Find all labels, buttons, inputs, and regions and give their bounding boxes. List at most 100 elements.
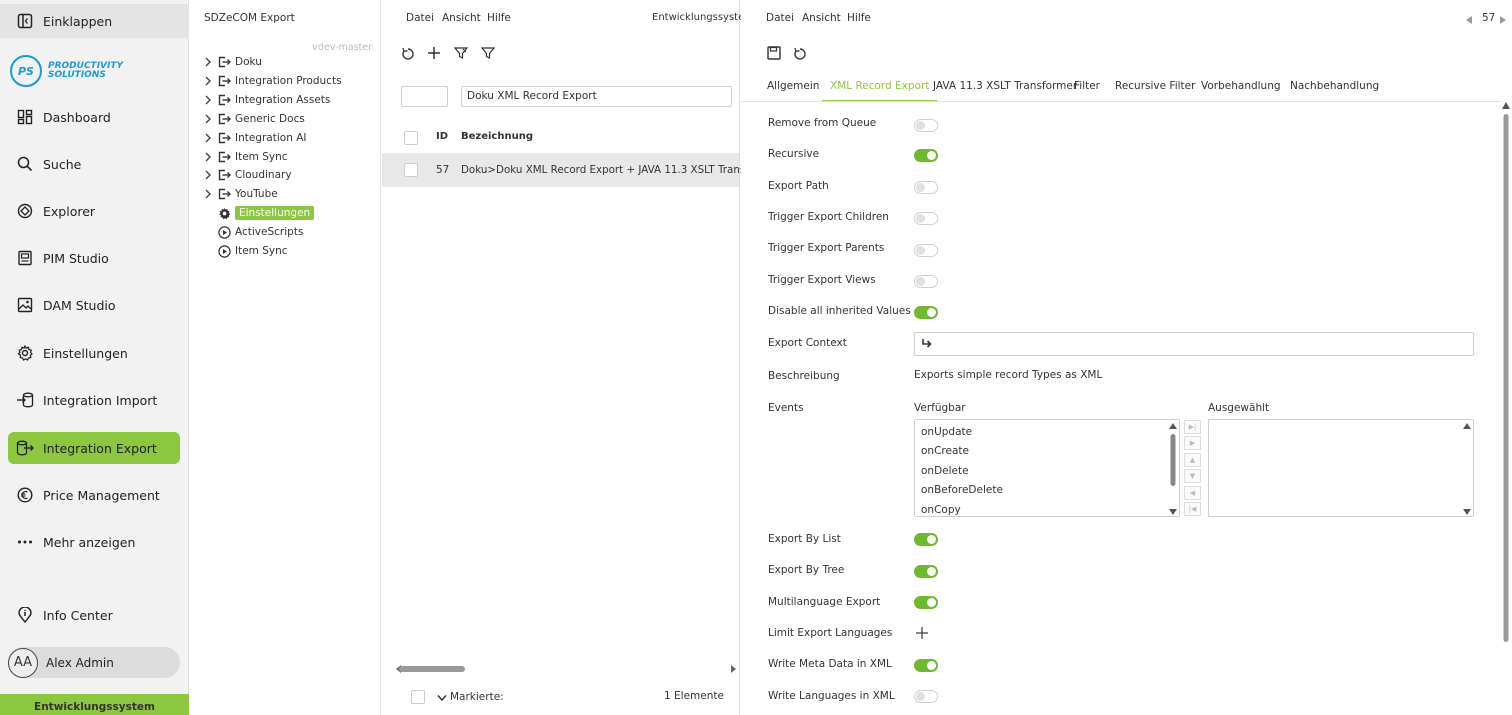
table-row[interactable]: 57 Doku>Doku XML Record Export + JAVA 11… — [382, 153, 780, 187]
list-item[interactable]: onUpdate — [921, 426, 972, 438]
refresh-button[interactable] — [400, 46, 416, 62]
tab-xslt-transformer[interactable]: JAVA 11.3 XSLT Transformer — [933, 80, 1077, 102]
menu-help[interactable]: Hilfe — [487, 12, 511, 24]
nav-dashboard[interactable]: Dashboard — [8, 101, 180, 133]
chevron-right-icon[interactable] — [204, 57, 214, 67]
save-button[interactable] — [766, 45, 782, 61]
column-header-name[interactable]: Bezeichnung — [461, 131, 533, 142]
tree-item[interactable]: YouTube — [204, 185, 278, 203]
logo-line-2: SOLUTIONS — [48, 70, 106, 80]
menu-view[interactable]: Ansicht — [442, 12, 481, 24]
field-label: Export Path — [768, 180, 829, 192]
next-record-button[interactable] — [1499, 12, 1507, 28]
column-header-id[interactable]: ID — [436, 131, 448, 142]
filter-name-input[interactable]: Doku XML Record Export — [461, 86, 732, 107]
tree-item[interactable]: Integration Assets — [204, 91, 330, 109]
reload-button[interactable] — [792, 46, 808, 62]
trigger-export-children-toggle[interactable] — [914, 212, 938, 225]
collapse-label: Einklappen — [43, 13, 113, 29]
add-button[interactable] — [426, 45, 442, 61]
footer-checkbox[interactable] — [411, 690, 425, 704]
chevron-right-icon[interactable] — [204, 152, 214, 162]
export-by-tree-toggle[interactable] — [914, 565, 938, 578]
list-item[interactable]: onCreate — [921, 445, 969, 457]
filter-id-input[interactable] — [401, 86, 448, 107]
nav-pim-studio[interactable]: PIM Studio — [8, 242, 180, 274]
list-item[interactable]: onCopy — [921, 504, 961, 516]
chevron-right-icon[interactable] — [204, 114, 214, 124]
move-all-left-button[interactable]: |◀ — [1184, 502, 1201, 516]
filter-clear-button[interactable] — [453, 45, 469, 61]
horizontal-scrollbar[interactable] — [396, 665, 736, 673]
nav-integration-export[interactable]: Integration Export — [8, 432, 180, 464]
row-checkbox[interactable] — [404, 163, 418, 177]
previous-record-button[interactable] — [1465, 12, 1473, 28]
chevron-right-icon[interactable] — [204, 170, 214, 180]
menu-file[interactable]: Datei — [766, 12, 794, 24]
write-meta-data-toggle[interactable] — [914, 659, 938, 672]
chevron-right-icon[interactable] — [204, 189, 214, 199]
menu-help[interactable]: Hilfe — [847, 12, 871, 24]
chevron-right-icon[interactable] — [204, 95, 214, 105]
tree-item[interactable]: Item Sync — [204, 148, 288, 166]
move-all-right-button[interactable]: ▶| — [1184, 420, 1201, 434]
tab-allgemein[interactable]: Allgemein — [767, 80, 819, 102]
tab-filter[interactable]: Filter — [1074, 80, 1100, 102]
remove-from-queue-toggle[interactable] — [914, 119, 938, 132]
export-context-input[interactable] — [914, 332, 1474, 356]
menu-file[interactable]: Datei — [406, 12, 434, 24]
tree-item[interactable]: Doku — [204, 53, 262, 71]
tree-item[interactable]: Integration AI — [204, 129, 306, 147]
collapse-sidebar-button[interactable]: Einklappen — [0, 4, 189, 38]
tree-item[interactable]: Cloudinary — [204, 166, 292, 184]
nav-settings[interactable]: Einstellungen — [8, 337, 180, 369]
tree-item[interactable]: Generic Docs — [204, 110, 305, 128]
multilanguage-export-toggle[interactable] — [914, 596, 938, 609]
list-item[interactable]: onBeforeDelete — [921, 484, 1003, 496]
trigger-export-views-toggle[interactable] — [914, 275, 938, 288]
export-node-icon — [218, 113, 231, 125]
footer-expand-button[interactable] — [434, 690, 450, 706]
tab-nachbehandlung[interactable]: Nachbehandlung — [1290, 80, 1379, 102]
selected-events-list[interactable] — [1208, 419, 1474, 517]
export-by-list-toggle[interactable] — [914, 533, 938, 546]
nav-more[interactable]: Mehr anzeigen — [8, 526, 180, 558]
list-item[interactable]: onDelete — [921, 465, 969, 477]
export-path-toggle[interactable] — [914, 181, 938, 194]
tree-item[interactable]: ActiveScripts — [204, 223, 303, 241]
description-value: Exports simple record Types as XML — [914, 369, 1103, 381]
add-language-button[interactable] — [914, 625, 930, 641]
tree-item[interactable]: Item Sync — [204, 242, 288, 260]
tree-item[interactable]: Integration Products — [204, 72, 342, 90]
tab-recursive-filter[interactable]: Recursive Filter — [1115, 80, 1195, 102]
euro-icon — [16, 486, 34, 504]
filter-button[interactable] — [480, 45, 496, 61]
nav-dam-studio[interactable]: DAM Studio — [8, 289, 180, 321]
nav-price-management[interactable]: Price Management — [8, 479, 180, 511]
move-left-button[interactable]: ◀ — [1184, 486, 1201, 500]
disable-inherited-toggle[interactable] — [914, 306, 938, 319]
move-right-button[interactable]: ▶ — [1184, 436, 1201, 450]
move-up-button[interactable]: ▲ — [1184, 453, 1201, 467]
recursive-toggle[interactable] — [914, 149, 938, 162]
available-events-list[interactable]: onUpdate onCreate onDelete onBeforeDelet… — [914, 419, 1180, 517]
vertical-scrollbar[interactable] — [1502, 100, 1510, 715]
tab-xml-record-export[interactable]: XML Record Export — [822, 80, 938, 102]
move-down-button[interactable]: ▼ — [1184, 469, 1201, 483]
tab-vorbehandlung[interactable]: Vorbehandlung — [1201, 80, 1281, 102]
element-count: 1 Elemente — [664, 690, 724, 702]
nav-info-center[interactable]: Info Center — [8, 599, 180, 631]
write-languages-toggle[interactable] — [914, 690, 938, 703]
nav-integration-import[interactable]: Integration Import — [8, 384, 180, 416]
nav-explorer[interactable]: Explorer — [8, 195, 180, 227]
chevron-right-icon[interactable] — [204, 76, 214, 86]
menu-view[interactable]: Ansicht — [802, 12, 841, 24]
nav-search[interactable]: Suche — [8, 148, 180, 180]
select-all-checkbox[interactable] — [404, 131, 418, 145]
field-label: Export By List — [768, 533, 841, 545]
trigger-export-parents-toggle[interactable] — [914, 244, 938, 257]
user-name: Alex Admin — [46, 655, 114, 670]
tree-item[interactable]: Einstellungen — [204, 204, 315, 222]
user-menu[interactable]: AA Alex Admin — [8, 647, 180, 678]
chevron-right-icon[interactable] — [204, 133, 214, 143]
